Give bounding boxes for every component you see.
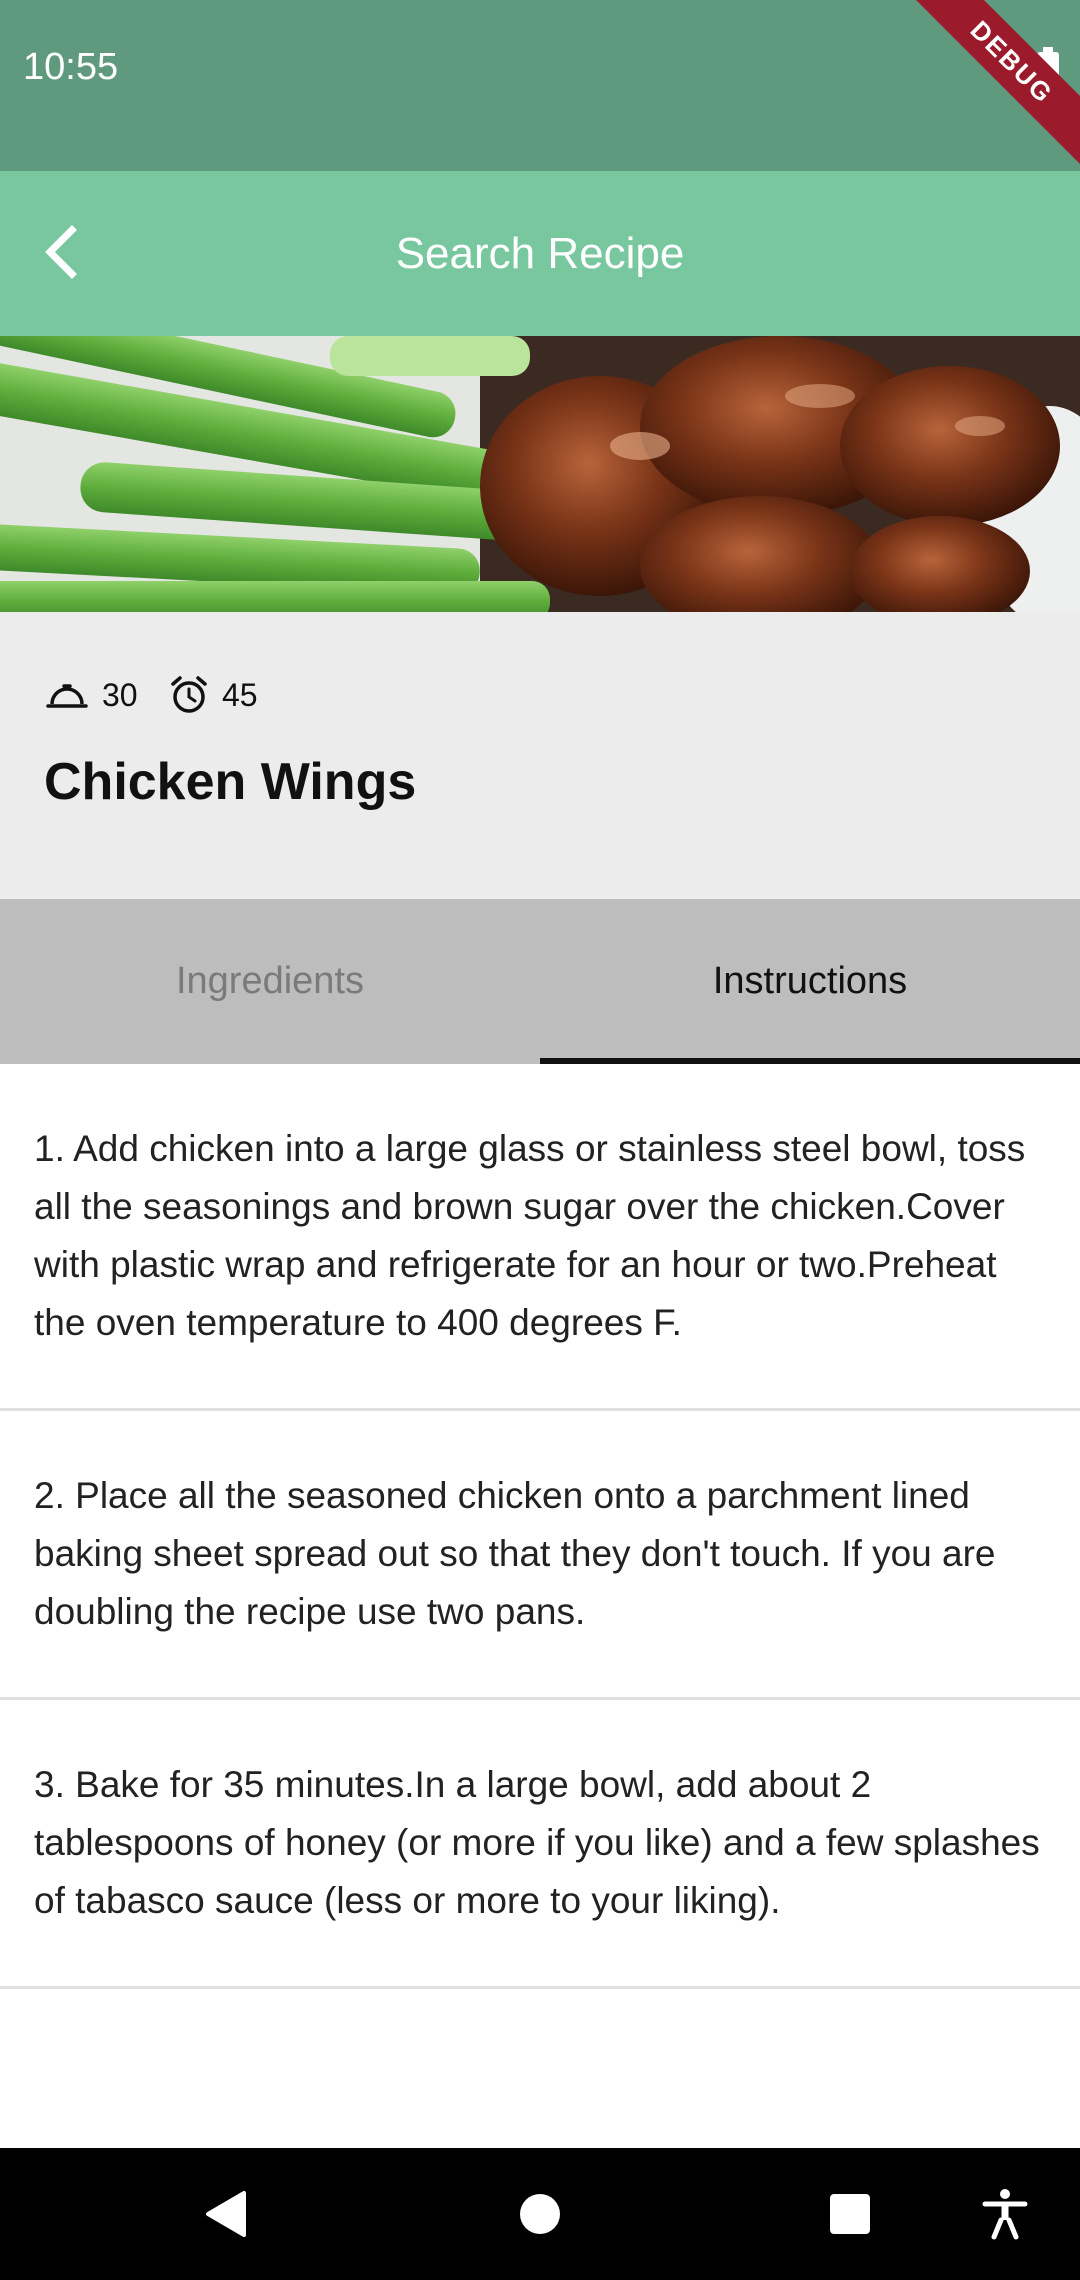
arrow-back-icon	[45, 225, 77, 279]
tab-instructions[interactable]: Instructions	[540, 899, 1080, 1064]
list-item: 2. Place all the seasoned chicken onto a…	[0, 1411, 1080, 1700]
tab-ingredients[interactable]: Ingredients	[0, 899, 540, 1064]
nav-accessibility-button[interactable]	[975, 2148, 1035, 2280]
triangle-back-icon	[206, 2191, 246, 2237]
time-value: 45	[222, 676, 258, 713]
recipe-info-panel: 30 45 Chicken Wings	[0, 612, 1080, 899]
recipe-image	[0, 336, 1080, 612]
system-nav-bar	[0, 2148, 1080, 2280]
alarm-icon	[171, 676, 207, 713]
nav-back-button[interactable]	[190, 2148, 260, 2280]
servings-value: 30	[102, 676, 138, 713]
room-service-icon	[46, 684, 88, 708]
nav-home-button[interactable]	[505, 2148, 575, 2280]
servings-stat: 30	[44, 667, 138, 723]
status-bar: 10:55 DEBUG	[0, 0, 1080, 171]
tab-bar: Ingredients Instructions	[0, 899, 1080, 1064]
time-stat: 45	[168, 667, 258, 723]
list-item: 1. Add chicken into a large glass or sta…	[0, 1064, 1080, 1411]
accessibility-icon	[982, 2189, 1028, 2240]
debug-banner: DEBUG	[903, 0, 1080, 171]
recipe-title: Chicken Wings	[44, 753, 417, 811]
circle-home-icon	[520, 2194, 560, 2234]
back-button[interactable]	[30, 216, 102, 288]
list-item: 3. Bake for 35 minutes.In a large bowl, …	[0, 1700, 1080, 1989]
instructions-list: 1. Add chicken into a large glass or sta…	[0, 1064, 1080, 1989]
status-time: 10:55	[23, 46, 119, 88]
square-recents-icon	[830, 2194, 870, 2234]
page-title: Search Recipe	[395, 229, 685, 278]
app-bar: Search Recipe	[0, 171, 1080, 336]
nav-recents-button[interactable]	[815, 2148, 885, 2280]
